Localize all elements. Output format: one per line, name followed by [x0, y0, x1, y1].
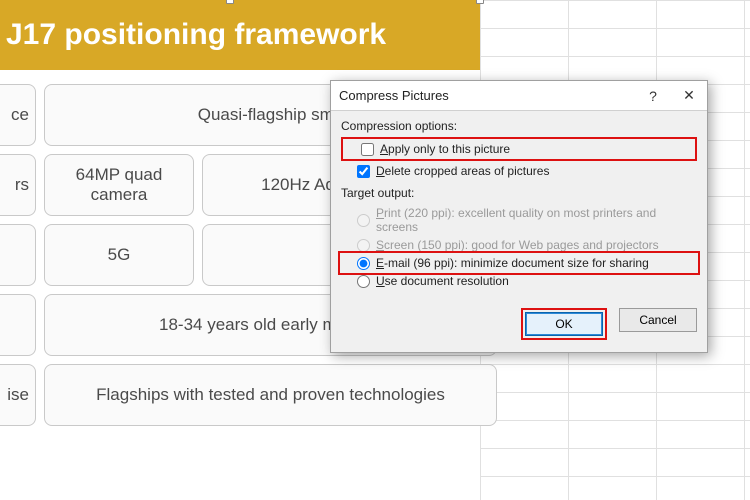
selection-handle[interactable] [476, 0, 484, 4]
opt-target-print-label: Print (220 ppi): excellent quality on mo… [376, 206, 697, 234]
dialog-titlebar: Compress Pictures ? ✕ [331, 81, 707, 111]
opt-target-usedoc-label: Use document resolution [376, 274, 509, 288]
dialog-title: Compress Pictures [339, 88, 635, 103]
help-icon: ? [649, 88, 657, 104]
ok-button[interactable]: OK [525, 312, 603, 336]
row-label [0, 224, 36, 286]
opt-target-print: Print (220 ppi): excellent quality on mo… [341, 204, 697, 236]
radio-usedoc[interactable] [357, 275, 370, 288]
opt-target-screen-label: Screen (150 ppi): good for Web pages and… [376, 238, 659, 252]
compression-options-label: Compression options: [341, 119, 697, 133]
banner-title: J17 positioning framework [6, 18, 386, 51]
opt-apply-only-label: Apply only to this picture [380, 142, 510, 156]
row-label: rs [0, 154, 36, 216]
card-row: ise Flagships with tested and proven tec… [0, 364, 497, 426]
opt-delete-cropped[interactable]: Delete cropped areas of pictures [341, 162, 697, 180]
dialog-footer: OK Cancel [331, 300, 707, 352]
opt-target-screen: Screen (150 ppi): good for Web pages and… [341, 236, 697, 254]
row-label: ise [0, 364, 36, 426]
row-label: ce [0, 84, 36, 146]
radio-screen [357, 239, 370, 252]
highlight-ok: OK [521, 308, 607, 340]
row-label [0, 294, 36, 356]
dialog-body: Compression options: Apply only to this … [331, 111, 707, 300]
radio-email[interactable] [357, 257, 370, 270]
opt-target-email-label: E-mail (96 ppi): minimize document size … [376, 256, 649, 270]
close-icon: ✕ [683, 87, 695, 104]
dialog-help-button[interactable]: ? [635, 81, 671, 111]
checkbox-delete-cropped[interactable] [357, 165, 370, 178]
card-promise: Flagships with tested and proven technol… [44, 364, 497, 426]
selection-handle[interactable] [226, 0, 234, 4]
card-5g: 5G [44, 224, 194, 286]
opt-delete-cropped-label: Delete cropped areas of pictures [376, 164, 549, 178]
checkbox-apply-only[interactable] [361, 143, 374, 156]
opt-target-usedoc[interactable]: Use document resolution [341, 272, 697, 290]
cancel-button[interactable]: Cancel [619, 308, 697, 332]
compress-pictures-dialog: Compress Pictures ? ✕ Compression option… [330, 80, 708, 353]
opt-apply-only[interactable]: Apply only to this picture [345, 140, 693, 158]
dialog-close-button[interactable]: ✕ [671, 81, 707, 111]
opt-target-email[interactable]: E-mail (96 ppi): minimize document size … [341, 254, 697, 272]
card-camera: 64MP quad camera [44, 154, 194, 216]
highlight-apply-only: Apply only to this picture [341, 137, 697, 161]
title-banner: J17 positioning framework [0, 0, 480, 70]
target-output-label: Target output: [341, 186, 697, 200]
radio-print [357, 214, 370, 227]
